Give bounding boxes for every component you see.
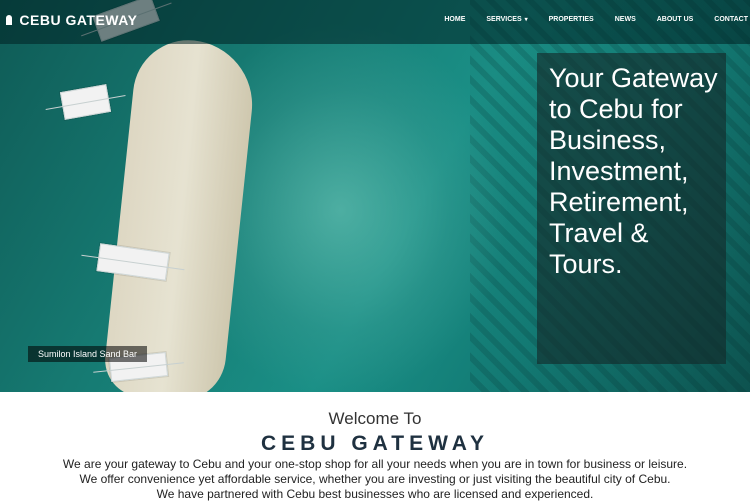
boat <box>59 84 112 120</box>
welcome-heading: Welcome To <box>328 409 422 428</box>
site-logo[interactable]: CEBU GATEWAY <box>6 12 137 28</box>
tagline-panel: Your Gateway to Cebu for Business, Inves… <box>537 53 726 364</box>
top-navbar: CEBU GATEWAY HOME SERVICES ▾ PROPERTIES … <box>0 0 750 44</box>
hero-tagline: Your Gateway to Cebu for Business, Inves… <box>549 63 718 279</box>
welcome-text-line: We offer convenience yet affordable serv… <box>79 472 671 486</box>
welcome-title: CEBU GATEWAY <box>260 432 490 455</box>
hero-banner: CEBU GATEWAY HOME SERVICES ▾ PROPERTIES … <box>0 0 750 392</box>
main-nav: HOME SERVICES ▾ PROPERTIES NEWS ABOUT US… <box>423 16 750 23</box>
pin-logo-icon <box>6 15 12 25</box>
chevron-down-icon: ▾ <box>524 17 528 23</box>
nav-services-label: SERVICES <box>486 16 522 23</box>
nav-services[interactable]: SERVICES ▾ <box>486 16 527 23</box>
image-caption: Sumilon Island Sand Bar <box>28 346 148 362</box>
nav-home[interactable]: HOME <box>444 16 465 23</box>
welcome-section: Welcome To CEBU GATEWAY We are your gate… <box>0 392 750 501</box>
brand-name: CEBU GATEWAY <box>19 12 138 28</box>
nav-news[interactable]: NEWS <box>615 16 636 23</box>
welcome-text-line: We have partnered with Cebu best busines… <box>156 487 594 501</box>
nav-about-us[interactable]: ABOUT US <box>657 16 694 23</box>
welcome-text-line: We are your gateway to Cebu and your one… <box>62 457 688 471</box>
nav-properties[interactable]: PROPERTIES <box>549 16 594 23</box>
nav-contact[interactable]: CONTACT <box>714 16 748 23</box>
